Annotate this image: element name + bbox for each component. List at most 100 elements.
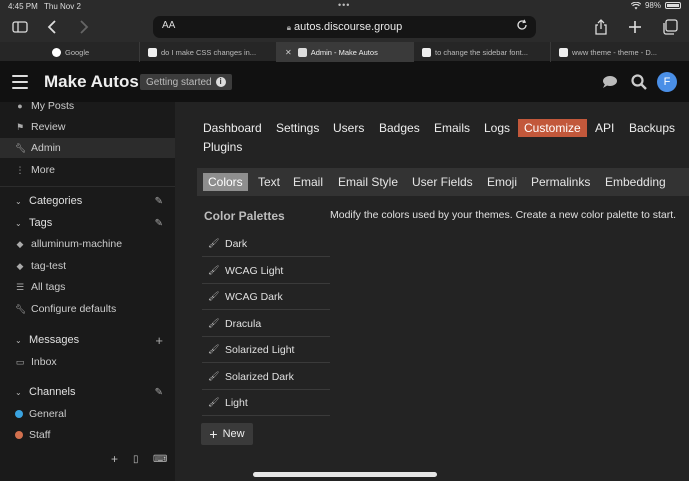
- info-icon[interactable]: i: [215, 77, 226, 87]
- sub-nav-permalinks[interactable]: Permalinks: [526, 173, 595, 191]
- edit-pencil-icon[interactable]: ✎: [155, 218, 163, 229]
- sub-nav-email[interactable]: Email: [288, 173, 328, 191]
- admin-nav-emails[interactable]: Emails: [428, 119, 476, 137]
- paintbrush-icon: 🖌︎: [208, 318, 220, 328]
- tab-label: do I make CSS changes in...: [161, 47, 257, 57]
- home-indicator[interactable]: [253, 472, 437, 477]
- sidebar-item-tag-alluminum-machine[interactable]: ◆ alluminum-machine: [0, 234, 175, 254]
- close-tab-icon[interactable]: ✕: [285, 48, 292, 57]
- sidebar-item-configure-defaults[interactable]: 🔧︎ Configure defaults: [0, 299, 175, 319]
- admin-nav-backups[interactable]: Backups: [623, 119, 681, 137]
- status-right: 98%: [630, 1, 681, 10]
- status-bar: 4:45 PM Thu Nov 2 ••• 98%: [0, 0, 689, 12]
- reload-icon[interactable]: [516, 19, 528, 31]
- sidebar-item-label: General: [29, 408, 67, 420]
- list-icon: ☰: [15, 282, 25, 292]
- address-bar[interactable]: AA 🔒︎ autos.discourse.group: [153, 16, 536, 38]
- browser-tab-css-changes[interactable]: do I make CSS changes in...: [140, 42, 277, 62]
- admin-nav-logs[interactable]: Logs: [478, 119, 516, 137]
- admin-nav-settings[interactable]: Settings: [270, 119, 325, 137]
- sub-nav-colors[interactable]: Colors: [203, 173, 248, 191]
- palette-label: Light: [225, 396, 248, 409]
- browser-tab-admin[interactable]: ✕ Admin - Make Autos: [277, 42, 414, 62]
- multitasking-dots-icon[interactable]: •••: [338, 0, 350, 10]
- admin-nav-customize[interactable]: Customize: [518, 119, 587, 137]
- paintbrush-icon: 🖌︎: [208, 371, 220, 381]
- palette-label: Dark: [225, 237, 248, 250]
- sidebar-section-messages[interactable]: ⌄ Messages +: [0, 330, 175, 350]
- hamburger-menu-icon[interactable]: [12, 75, 28, 93]
- tab-label: www theme - theme - D...: [572, 47, 658, 57]
- admin-nav-badges[interactable]: Badges: [373, 119, 426, 137]
- new-tab-plus-icon[interactable]: [626, 18, 644, 36]
- chat-bubbles-icon[interactable]: [600, 73, 618, 91]
- back-arrow-icon[interactable]: [44, 18, 62, 36]
- sidebar-item-label: Staff: [29, 429, 51, 441]
- browser-tab-www-theme[interactable]: www theme - theme - D...: [551, 42, 689, 62]
- admin-nav-api[interactable]: API: [589, 119, 620, 137]
- admin-nav-dashboard[interactable]: Dashboard: [197, 119, 268, 137]
- sidebar-item-review[interactable]: ⚑ Review: [0, 117, 175, 137]
- sidebar-section-channels[interactable]: ⌄ Channels ✎: [0, 382, 175, 402]
- sub-nav-email-style[interactable]: Email Style: [333, 173, 403, 191]
- tab-overview-icon[interactable]: [661, 18, 679, 36]
- sidebar-item-more[interactable]: ⋮ More: [0, 160, 175, 180]
- sub-nav-embedding[interactable]: Embedding: [600, 173, 671, 191]
- site-title[interactable]: Make Autos: [44, 72, 139, 92]
- browser-tab-sidebar-font[interactable]: to change the sidebar font...: [414, 42, 551, 62]
- lock-icon: 🔒︎: [286, 23, 291, 32]
- user-avatar[interactable]: F: [657, 72, 677, 92]
- add-plus-icon[interactable]: +: [155, 333, 163, 348]
- sidebar-item-tag-test[interactable]: ◆ tag-test: [0, 256, 175, 276]
- admin-nav-users[interactable]: Users: [327, 119, 370, 137]
- browser-toolbar: AA 🔒︎ autos.discourse.group: [0, 12, 689, 42]
- sidebar-section-tags[interactable]: ⌄ Tags ✎: [0, 213, 175, 233]
- chevron-down-icon: ⌄: [15, 219, 22, 228]
- paintbrush-icon: 🖌︎: [208, 291, 220, 301]
- google-favicon-icon: [52, 47, 61, 57]
- tag-icon: ◆: [16, 239, 24, 249]
- sidebar-item-label: Admin: [31, 142, 61, 154]
- paintbrush-icon: 🖌︎: [208, 397, 220, 407]
- channel-lock-icon: [15, 431, 23, 439]
- palette-label: WCAG Dark: [225, 290, 283, 303]
- sidebar-item-inbox[interactable]: ▭ Inbox: [0, 352, 175, 372]
- forward-arrow-icon[interactable]: [74, 18, 92, 36]
- url-text: 🔒︎ autos.discourse.group: [153, 21, 536, 33]
- discourse-favicon-icon: [297, 47, 307, 57]
- edit-pencil-icon[interactable]: ✎: [155, 387, 163, 398]
- sidebar-section-categories[interactable]: ⌄ Categories ✎: [0, 191, 175, 211]
- battery-icon: [665, 2, 681, 9]
- status-date: Thu Nov 2: [44, 2, 81, 11]
- tag-icon: ◆: [16, 261, 24, 271]
- palette-item-dracula[interactable]: 🖌︎ Dracula: [202, 311, 330, 337]
- sidebar-toggle-icon[interactable]: [11, 18, 29, 36]
- getting-started-badge[interactable]: Getting started i: [140, 74, 232, 90]
- palette-item-solarized-dark[interactable]: 🖌︎ Solarized Dark: [202, 364, 330, 390]
- status-time: 4:45 PM: [8, 2, 38, 11]
- admin-nav-plugins[interactable]: Plugins: [197, 138, 248, 156]
- palette-item-wcag-dark[interactable]: 🖌︎ WCAG Dark: [202, 284, 330, 310]
- palette-item-light[interactable]: 🖌︎ Light: [202, 390, 330, 416]
- sub-nav-text[interactable]: Text: [253, 173, 285, 191]
- keyboard-icon[interactable]: ⌨: [153, 454, 167, 465]
- sidebar-item-all-tags[interactable]: ☰ All tags: [0, 277, 175, 297]
- add-plus-icon[interactable]: +: [111, 452, 118, 466]
- sidebar-item-my-posts[interactable]: ● My Posts: [0, 102, 175, 116]
- sidebar-item-admin[interactable]: 🔧︎ Admin: [0, 138, 175, 158]
- sidebar: ● My Posts ⚑ Review 🔧︎ Admin ⋮ More ⌄ Ca…: [0, 102, 175, 481]
- palette-item-solarized-light[interactable]: 🖌︎ Solarized Light: [202, 337, 330, 363]
- sub-nav-user-fields[interactable]: User Fields: [407, 173, 478, 191]
- share-icon[interactable]: [592, 18, 610, 36]
- plus-icon: +: [209, 426, 218, 442]
- sidebar-item-channel-staff[interactable]: Staff: [0, 425, 175, 445]
- sub-nav-emoji[interactable]: Emoji: [482, 173, 522, 191]
- new-palette-button[interactable]: + New: [201, 423, 253, 445]
- mobile-device-icon[interactable]: ▯: [133, 454, 139, 465]
- edit-pencil-icon[interactable]: ✎: [155, 196, 163, 207]
- palette-item-wcag-light[interactable]: 🖌︎ WCAG Light: [202, 258, 330, 284]
- sidebar-item-channel-general[interactable]: General: [0, 404, 175, 424]
- palette-item-dark[interactable]: 🖌︎ Dark: [202, 231, 330, 257]
- browser-tab-google[interactable]: Google: [0, 42, 140, 62]
- search-icon[interactable]: [630, 73, 648, 91]
